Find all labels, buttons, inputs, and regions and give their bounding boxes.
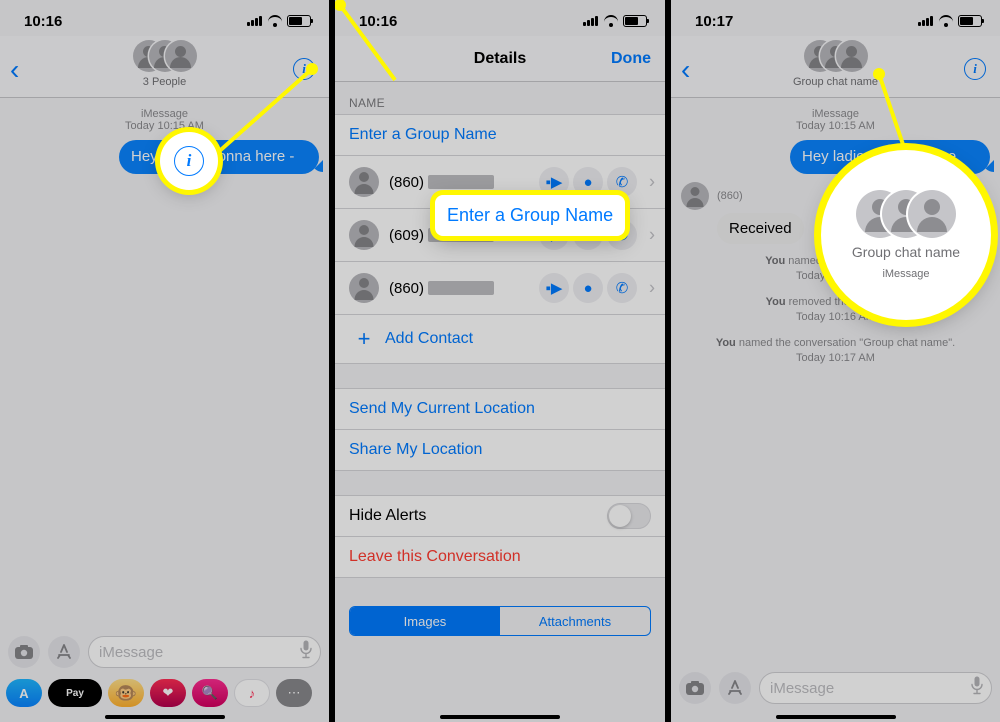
callout-caption: Group chat name <box>852 244 960 260</box>
info-icon: i <box>174 146 204 176</box>
callout-big-circle: Group chat name iMessage <box>821 150 991 320</box>
callout-sub: iMessage <box>882 268 929 280</box>
panel-renamed: 10:17 ‹ Group chat name i iMessage Today… <box>671 0 1000 722</box>
callout-info-button: i <box>0 0 329 722</box>
callout-group-title: Group chat name iMessage <box>671 0 1000 722</box>
avatar-icon <box>908 190 956 238</box>
callout-group-name: Enter a Group Name <box>335 0 665 722</box>
panel-details: 10:16 Details Done NAME Enter a Group Na… <box>335 0 665 722</box>
panel-conversation: 10:16 ‹ 3 People i iMessage Today 10:15 … <box>0 0 329 722</box>
callout-pill: Enter a Group Name <box>435 195 625 236</box>
